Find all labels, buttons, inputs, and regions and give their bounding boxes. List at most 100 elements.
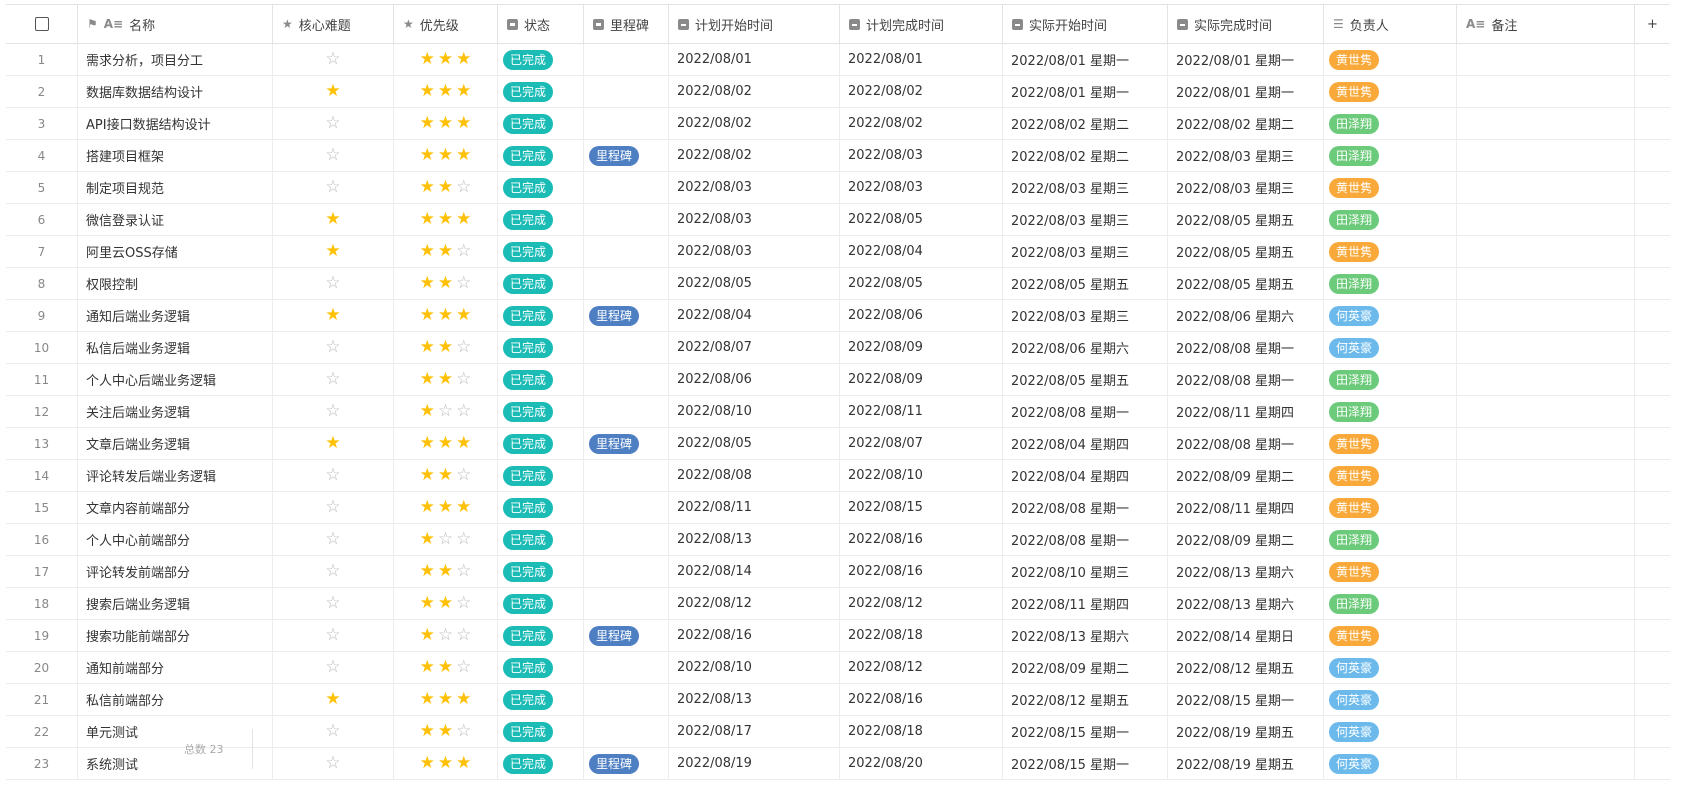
plan-end-cell[interactable]: 2022/08/09 (840, 332, 1003, 363)
row-index-cell[interactable]: 9 (6, 300, 78, 331)
milestone-cell[interactable] (584, 108, 669, 139)
star-empty-icon[interactable]: ☆ (325, 659, 340, 676)
priority-rating[interactable]: ★ ★ ☆ (420, 179, 472, 196)
plan-end-cell[interactable]: 2022/08/10 (840, 460, 1003, 491)
plan-start-cell[interactable]: 2022/08/02 (669, 108, 840, 139)
plan-end-cell[interactable]: 2022/08/09 (840, 364, 1003, 395)
row-index-cell[interactable]: 21 (6, 684, 78, 715)
priority-rating[interactable]: ★ ☆ ☆ (420, 627, 472, 644)
name-cell[interactable]: 搭建项目框架 (78, 140, 273, 171)
name-cell[interactable]: 搜索功能前端部分 (78, 620, 273, 651)
name-cell[interactable]: 关注后端业务逻辑 (78, 396, 273, 427)
star-empty-icon[interactable]: ☆ (456, 179, 471, 196)
owner-cell[interactable]: 黄世隽 (1324, 172, 1457, 203)
star-filled-icon[interactable]: ★ (420, 51, 435, 68)
star-empty-icon[interactable]: ☆ (325, 147, 340, 164)
star-empty-icon[interactable]: ☆ (325, 179, 340, 196)
milestone-cell[interactable] (584, 172, 669, 203)
actual-start-cell[interactable]: 2022/08/03 星期三 (1003, 172, 1168, 203)
owner-cell[interactable]: 黄世隽 (1324, 428, 1457, 459)
priority-cell[interactable]: ★ ☆ ☆ (394, 396, 498, 427)
star-filled-icon[interactable]: ★ (420, 531, 435, 548)
milestone-cell[interactable] (584, 460, 669, 491)
core-difficulty-cell[interactable]: ☆ (273, 108, 394, 139)
milestone-cell[interactable] (584, 652, 669, 683)
row-index-cell[interactable]: 18 (6, 588, 78, 619)
star-filled-icon[interactable]: ★ (325, 307, 340, 324)
note-cell[interactable] (1457, 364, 1635, 395)
actual-end-cell[interactable]: 2022/08/08 星期一 (1168, 332, 1324, 363)
row-index-cell[interactable]: 14 (6, 460, 78, 491)
row-index-cell[interactable]: 12 (6, 396, 78, 427)
owner-cell[interactable]: 田泽翔 (1324, 268, 1457, 299)
actual-start-cell[interactable]: 2022/08/08 星期一 (1003, 396, 1168, 427)
table-row[interactable]: 14 评论转发后端业务逻辑 ☆ ★ ★ ☆ 已完成 2022/08/08 2022/08/10 2… (6, 460, 1670, 492)
actual-start-cell[interactable]: 2022/08/05 星期五 (1003, 268, 1168, 299)
plan-start-cell[interactable]: 2022/08/14 (669, 556, 840, 587)
name-cell[interactable]: 搜索后端业务逻辑 (78, 588, 273, 619)
priority-rating[interactable]: ★ ★ ★ (420, 499, 472, 516)
star-filled-icon[interactable]: ★ (420, 659, 435, 676)
status-cell[interactable]: 已完成 (498, 300, 584, 331)
priority-cell[interactable]: ★ ★ ★ (394, 108, 498, 139)
table-row[interactable]: 16 个人中心前端部分 ☆ ★ ☆ ☆ 已完成 2022/08/13 2022/08/16 202… (6, 524, 1670, 556)
star-empty-icon[interactable]: ☆ (325, 115, 340, 132)
milestone-cell[interactable] (584, 556, 669, 587)
note-cell[interactable] (1457, 396, 1635, 427)
owner-cell[interactable]: 田泽翔 (1324, 108, 1457, 139)
note-cell[interactable] (1457, 300, 1635, 331)
status-cell[interactable]: 已完成 (498, 396, 584, 427)
plan-start-cell[interactable]: 2022/08/10 (669, 652, 840, 683)
priority-cell[interactable]: ★ ★ ☆ (394, 236, 498, 267)
actual-end-cell[interactable]: 2022/08/03 星期三 (1168, 140, 1324, 171)
priority-cell[interactable]: ★ ★ ★ (394, 76, 498, 107)
name-cell[interactable]: 权限控制 (78, 268, 273, 299)
star-filled-icon[interactable]: ★ (438, 467, 453, 484)
actual-end-cell[interactable]: 2022/08/05 星期五 (1168, 268, 1324, 299)
star-filled-icon[interactable]: ★ (420, 371, 435, 388)
plan-start-cell[interactable]: 2022/08/01 (669, 44, 840, 75)
plan-start-cell[interactable]: 2022/08/03 (669, 236, 840, 267)
core-difficulty-cell[interactable]: ☆ (273, 332, 394, 363)
priority-rating[interactable]: ★ ★ ★ (420, 83, 472, 100)
star-empty-icon[interactable]: ☆ (325, 723, 340, 740)
star-empty-icon[interactable]: ☆ (325, 467, 340, 484)
actual-start-cell[interactable]: 2022/08/12 星期五 (1003, 684, 1168, 715)
status-cell[interactable]: 已完成 (498, 172, 584, 203)
row-index-cell[interactable]: 20 (6, 652, 78, 683)
note-cell[interactable] (1457, 236, 1635, 267)
star-empty-icon[interactable]: ☆ (325, 403, 340, 420)
actual-start-cell[interactable]: 2022/08/05 星期五 (1003, 364, 1168, 395)
owner-cell[interactable]: 田泽翔 (1324, 140, 1457, 171)
add-column-button[interactable]: + (1635, 5, 1670, 43)
star-filled-icon[interactable]: ★ (420, 691, 435, 708)
actual-start-cell[interactable]: 2022/08/04 星期四 (1003, 428, 1168, 459)
actual-start-cell[interactable]: 2022/08/04 星期四 (1003, 460, 1168, 491)
table-row[interactable]: 13 文章后端业务逻辑 ★ ★ ★ ★ 已完成 里程碑 2022/08/05 2022/08/07… (6, 428, 1670, 460)
milestone-cell[interactable] (584, 236, 669, 267)
table-row[interactable]: 7 阿里云OSS存储 ★ ★ ★ ☆ 已完成 2022/08/03 2022/08/04 2022… (6, 236, 1670, 268)
owner-cell[interactable]: 黄世隽 (1324, 44, 1457, 75)
name-cell[interactable]: 阿里云OSS存储 (78, 236, 273, 267)
plan-end-cell[interactable]: 2022/08/05 (840, 268, 1003, 299)
core-difficulty-cell[interactable]: ★ (273, 204, 394, 235)
star-filled-icon[interactable]: ★ (420, 499, 435, 516)
note-cell[interactable] (1457, 620, 1635, 651)
star-empty-icon[interactable]: ☆ (438, 403, 453, 420)
star-filled-icon[interactable]: ★ (456, 83, 471, 100)
milestone-cell[interactable] (584, 588, 669, 619)
row-index-cell[interactable]: 6 (6, 204, 78, 235)
owner-cell[interactable]: 田泽翔 (1324, 524, 1457, 555)
table-row[interactable]: 20 通知前端部分 ☆ ★ ★ ☆ 已完成 2022/08/10 2022/08/12 2022/… (6, 652, 1670, 684)
note-cell[interactable] (1457, 524, 1635, 555)
owner-cell[interactable]: 黄世隽 (1324, 492, 1457, 523)
table-row[interactable]: 15 文章内容前端部分 ☆ ★ ★ ★ 已完成 2022/08/11 2022/08/15 202… (6, 492, 1670, 524)
col-header-core[interactable]: ★ 核心难题 (273, 5, 394, 43)
priority-rating[interactable]: ★ ★ ★ (420, 115, 472, 132)
priority-rating[interactable]: ★ ★ ★ (420, 307, 472, 324)
table-row[interactable]: 21 私信前端部分 ★ ★ ★ ★ 已完成 2022/08/13 2022/08/16 2022/… (6, 684, 1670, 716)
plan-start-cell[interactable]: 2022/08/07 (669, 332, 840, 363)
priority-cell[interactable]: ★ ★ ★ (394, 204, 498, 235)
name-cell[interactable]: 通知后端业务逻辑 (78, 300, 273, 331)
milestone-cell[interactable] (584, 684, 669, 715)
